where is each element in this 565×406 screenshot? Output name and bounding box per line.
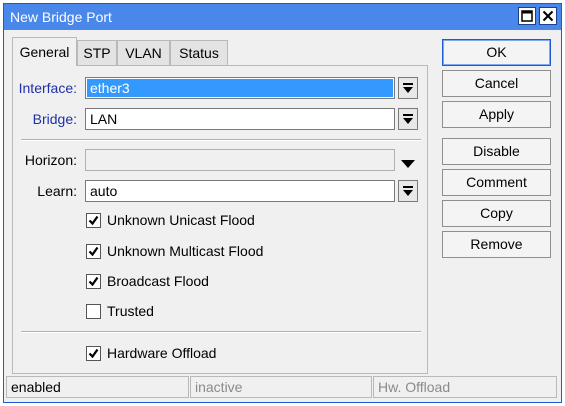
title-bar[interactable]: New Bridge Port	[4, 4, 561, 30]
interface-field[interactable]: ether3	[85, 77, 395, 99]
new-bridge-port-window: New Bridge Port General STP VLAN Status …	[3, 3, 562, 403]
trusted-label: Trusted	[107, 303, 154, 319]
remove-button[interactable]: Remove	[442, 231, 551, 258]
hardware-offload-checkbox[interactable]	[86, 346, 101, 361]
horizon-field[interactable]	[85, 149, 395, 171]
comment-button[interactable]: Comment	[442, 169, 551, 196]
learn-field[interactable]: auto	[85, 180, 395, 202]
bridge-label: Bridge:	[32, 111, 77, 127]
apply-button[interactable]: Apply	[442, 101, 551, 128]
interface-value: ether3	[87, 79, 393, 97]
interface-label: Interface:	[18, 80, 77, 96]
horizon-label: Horizon:	[24, 152, 77, 168]
separator	[21, 331, 421, 333]
hardware-offload-label: Hardware Offload	[107, 345, 217, 361]
close-button[interactable]	[539, 7, 557, 25]
tab-general[interactable]: General	[12, 37, 77, 66]
tab-stp[interactable]: STP	[77, 40, 117, 66]
dropdown-arrow-icon	[403, 83, 413, 93]
checkmark-icon	[88, 276, 99, 287]
tab-vlan[interactable]: VLAN	[117, 40, 170, 66]
status-inactive: inactive	[190, 376, 372, 398]
checkmark-icon	[88, 348, 99, 359]
ok-button[interactable]: OK	[442, 39, 551, 66]
broadcast-flood-checkbox[interactable]	[86, 274, 101, 289]
copy-button[interactable]: Copy	[442, 200, 551, 227]
dropdown-arrow-icon	[403, 186, 413, 196]
unknown-multicast-flood-checkbox[interactable]	[86, 244, 101, 259]
checkmark-icon	[88, 246, 99, 257]
bridge-dropdown-button[interactable]	[398, 108, 418, 130]
unknown-unicast-flood-label: Unknown Unicast Flood	[107, 212, 255, 228]
learn-dropdown-button[interactable]	[398, 180, 418, 202]
separator	[21, 139, 421, 141]
learn-label: Learn:	[37, 183, 77, 199]
close-icon	[542, 10, 554, 22]
status-bar: enabled inactive Hw. Offload	[6, 376, 559, 400]
broadcast-flood-label: Broadcast Flood	[107, 273, 209, 289]
disable-button[interactable]: Disable	[442, 138, 551, 165]
cancel-button[interactable]: Cancel	[442, 70, 551, 97]
maximize-button[interactable]	[518, 7, 536, 25]
unknown-unicast-flood-checkbox[interactable]	[86, 213, 101, 228]
status-enabled: enabled	[6, 376, 189, 398]
dropdown-arrow-icon	[403, 114, 413, 124]
checkmark-icon	[88, 215, 99, 226]
dropdown-arrow-icon	[401, 160, 415, 168]
bridge-field[interactable]: LAN	[85, 108, 395, 130]
general-panel: Interface: ether3 Bridge: LAN Horizon: L…	[12, 65, 428, 374]
unknown-multicast-flood-label: Unknown Multicast Flood	[107, 243, 264, 259]
tab-status[interactable]: Status	[170, 40, 228, 66]
status-hw-offload: Hw. Offload	[373, 376, 557, 398]
window-title: New Bridge Port	[10, 9, 112, 25]
maximize-icon	[521, 10, 533, 22]
interface-dropdown-button[interactable]	[398, 77, 418, 99]
horizon-dropdown-button[interactable]	[401, 155, 417, 168]
trusted-checkbox[interactable]	[86, 304, 101, 319]
